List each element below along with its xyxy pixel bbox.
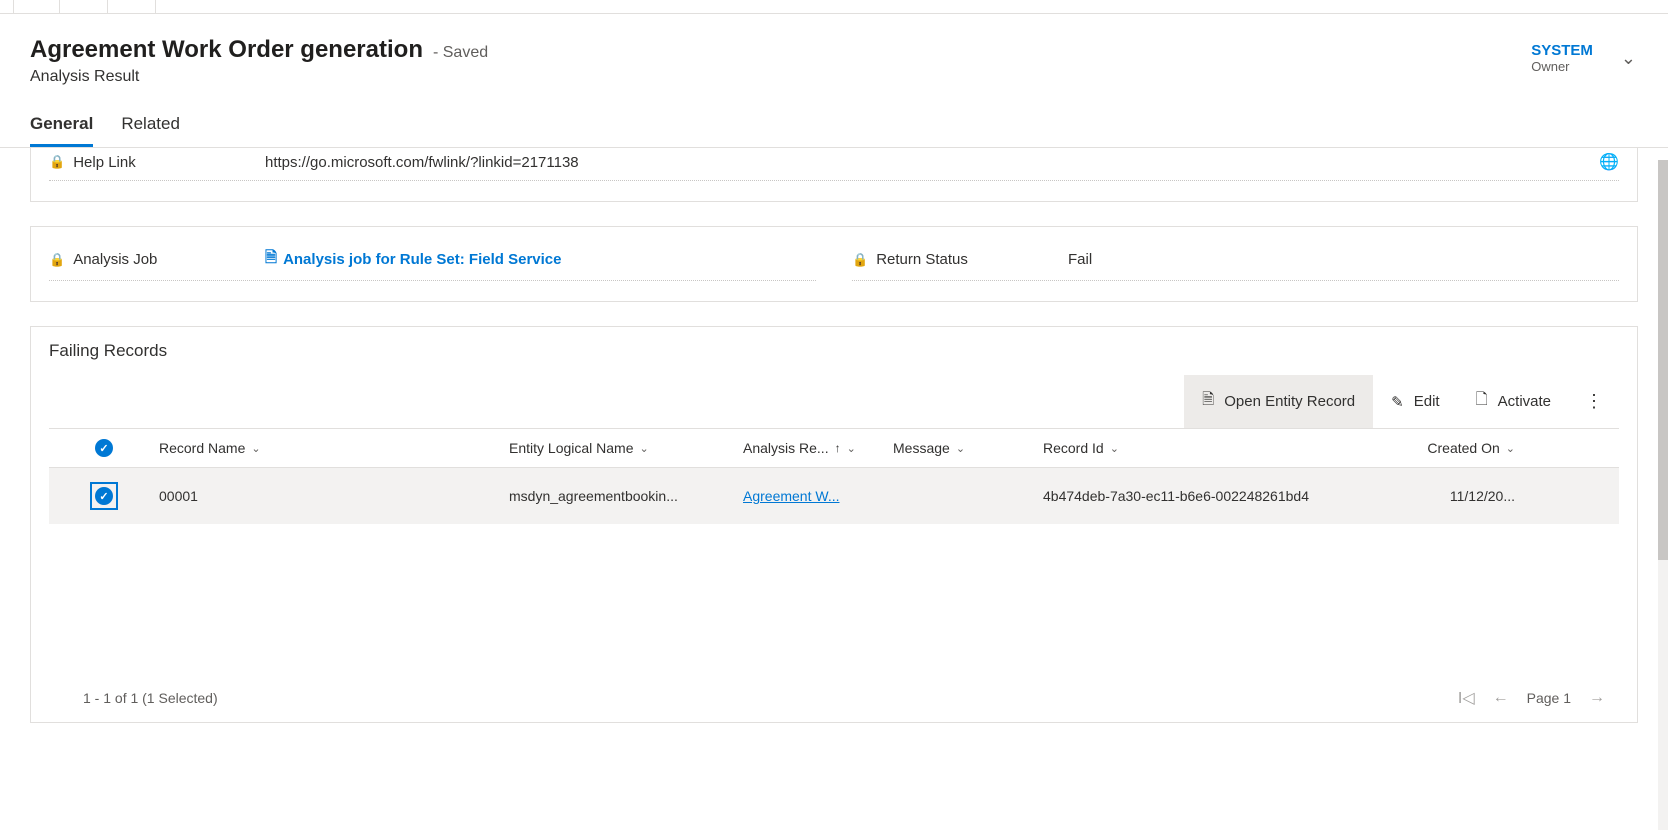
cell-analysis-link[interactable]: Agreement W... [743,488,893,504]
chevron-down-icon: ⌄ [847,442,856,455]
edit-label: Edit [1414,393,1440,410]
col-header-record-name[interactable]: Record Name ⌄ [159,440,509,456]
col-entity-label: Entity Logical Name [509,440,634,456]
chevron-down-icon: ⌄ [956,442,965,455]
analysis-job-text: Analysis job for Rule Set: Field Service [283,251,561,268]
owner-block[interactable]: SYSTEM Owner [1531,42,1593,74]
chevron-down-icon: ⌄ [1110,442,1119,455]
select-all-checkbox[interactable]: ✓ [95,439,113,457]
field-label-analysisjob: Analysis Job [73,251,157,268]
edit-button[interactable]: ✎ Edit [1373,379,1457,425]
col-created-label: Created On [1427,440,1499,456]
cell-entity-logical: msdyn_agreementbookin... [509,488,743,504]
prev-page-button[interactable]: ← [1493,689,1509,707]
arrow-up-icon: ↑ [835,441,841,455]
owner-label: Owner [1531,59,1593,74]
cell-record-name: 00001 [159,488,509,504]
col-header-analysis[interactable]: Analysis Re... ↑ ⌄ [743,440,893,456]
more-commands-button[interactable]: ⋮ [1569,377,1619,426]
lock-icon: 🔒 [49,154,65,170]
globe-icon[interactable]: 🌐 [1599,152,1619,172]
open-entity-record-label: Open Entity Record [1224,393,1355,410]
pager: I◁ ← Page 1 → [1458,688,1605,708]
document-icon: 🗎 [1202,389,1214,414]
chevron-down-icon: ⌄ [1506,442,1515,455]
page-title: Agreement Work Order generation [30,36,423,64]
panel-helplink: 🔒 Help Link https://go.microsoft.com/fwl… [30,148,1638,202]
panel-failing-records: Failing Records 🗎 Open Entity Record ✎ E… [30,326,1638,723]
tabs-bar: General Related [30,114,488,147]
pencil-icon: ✎ [1391,393,1404,411]
field-value-helplink: https://go.microsoft.com/fwlink/?linkid=… [265,154,1599,171]
field-value-returnstatus: Fail [1068,251,1619,268]
col-record-name-label: Record Name [159,440,245,456]
col-analysis-label: Analysis Re... [743,440,829,456]
grid-footer-count: 1 - 1 of 1 (1 Selected) [83,690,218,706]
lock-icon: 🔒 [852,252,868,268]
panel-analysis: 🔒 Analysis Job 🗎 Analysis job for Rule S… [30,226,1638,302]
ribbon-stub [0,0,1668,14]
next-page-button[interactable]: → [1589,689,1605,707]
activate-label: Activate [1498,393,1551,410]
page-label: Page 1 [1527,690,1571,706]
chevron-down-icon: ⌄ [251,442,260,455]
owner-value: SYSTEM [1531,42,1593,59]
cell-created-on: 11/12/20... [1395,488,1515,504]
tab-related[interactable]: Related [121,114,180,147]
chevron-down-icon: ⌄ [640,442,649,455]
entity-type: Analysis Result [30,68,488,86]
open-entity-record-button[interactable]: 🗎 Open Entity Record [1184,375,1373,428]
chevron-down-icon[interactable]: ⌄ [1621,48,1636,69]
col-header-created-on[interactable]: Created On ⌄ [1395,440,1515,456]
page-icon: 🗋 [1476,389,1488,414]
field-label-helplink: Help Link [73,154,136,171]
col-header-entity-logical[interactable]: Entity Logical Name ⌄ [509,440,743,456]
col-recordid-label: Record Id [1043,440,1104,456]
table-row[interactable]: ✓ 00001 msdyn_agreementbookin... Agreeme… [49,468,1619,524]
col-header-message[interactable]: Message ⌄ [893,440,1043,456]
field-value-analysisjob-link[interactable]: 🗎 Analysis job for Rule Set: Field Servi… [265,247,816,272]
grid-command-bar: 🗎 Open Entity Record ✎ Edit 🗋 Activate ⋮ [49,375,1619,429]
scrollbar[interactable] [1658,160,1668,830]
document-icon: 🗎 [265,247,277,272]
section-title-failing: Failing Records [49,333,1619,361]
row-checkbox[interactable]: ✓ [90,482,118,510]
cell-record-id: 4b474deb-7a30-ec11-b6e6-002248261bd4 [1043,488,1395,504]
activate-button[interactable]: 🗋 Activate [1458,375,1569,428]
form-header: Agreement Work Order generation - Saved … [0,14,1668,148]
tab-general[interactable]: General [30,114,93,147]
field-label-returnstatus: Return Status [876,251,968,268]
col-header-record-id[interactable]: Record Id ⌄ [1043,440,1395,456]
col-message-label: Message [893,440,950,456]
save-state: - Saved [433,44,488,62]
grid-header-row: ✓ Record Name ⌄ Entity Logical Name ⌄ An… [49,429,1619,468]
scrollbar-thumb[interactable] [1658,160,1668,560]
first-page-button[interactable]: I◁ [1458,688,1475,708]
lock-icon: 🔒 [49,252,65,268]
